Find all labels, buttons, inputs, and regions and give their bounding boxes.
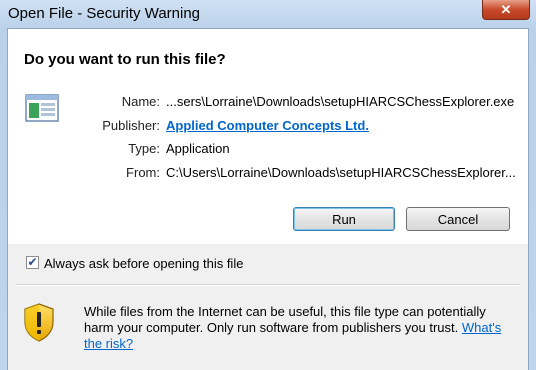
divider	[16, 284, 520, 286]
dialog-client: Do you want to run this file? Name: ...s…	[7, 28, 529, 370]
from-label: From:	[126, 165, 160, 180]
type-label: Type:	[128, 141, 160, 156]
run-button[interactable]: Run	[293, 207, 395, 231]
close-button[interactable]: ✕	[482, 0, 530, 20]
name-value: ...sers\Lorraine\Downloads\setupHIARCSCh…	[166, 94, 515, 109]
type-value: Application	[166, 141, 230, 156]
publisher-link[interactable]: Applied Computer Concepts Ltd.	[166, 118, 369, 133]
close-icon: ✕	[500, 1, 512, 17]
window-title: Open File - Security Warning	[8, 5, 201, 22]
dialog-question: Do you want to run this file?	[24, 51, 226, 68]
security-shield-icon	[24, 303, 54, 342]
publisher-label: Publisher:	[102, 118, 160, 133]
name-label: Name:	[121, 94, 160, 109]
warning-text: While files from the Internet can be use…	[84, 304, 486, 335]
warning-message: While files from the Internet can be use…	[84, 304, 514, 352]
always-ask-checkbox[interactable]: ✔	[26, 256, 39, 269]
always-ask-label[interactable]: Always ask before opening this file	[44, 256, 243, 271]
title-bar[interactable]: Open File - Security Warning ✕	[0, 0, 536, 28]
cancel-button[interactable]: Cancel	[406, 207, 510, 231]
file-info-panel: Do you want to run this file? Name: ...s…	[8, 29, 528, 244]
dialog-window: Open File - Security Warning ✕ Do you wa…	[0, 0, 536, 370]
from-value: C:\Users\Lorraine\Downloads\setupHIARCSC…	[166, 165, 516, 180]
